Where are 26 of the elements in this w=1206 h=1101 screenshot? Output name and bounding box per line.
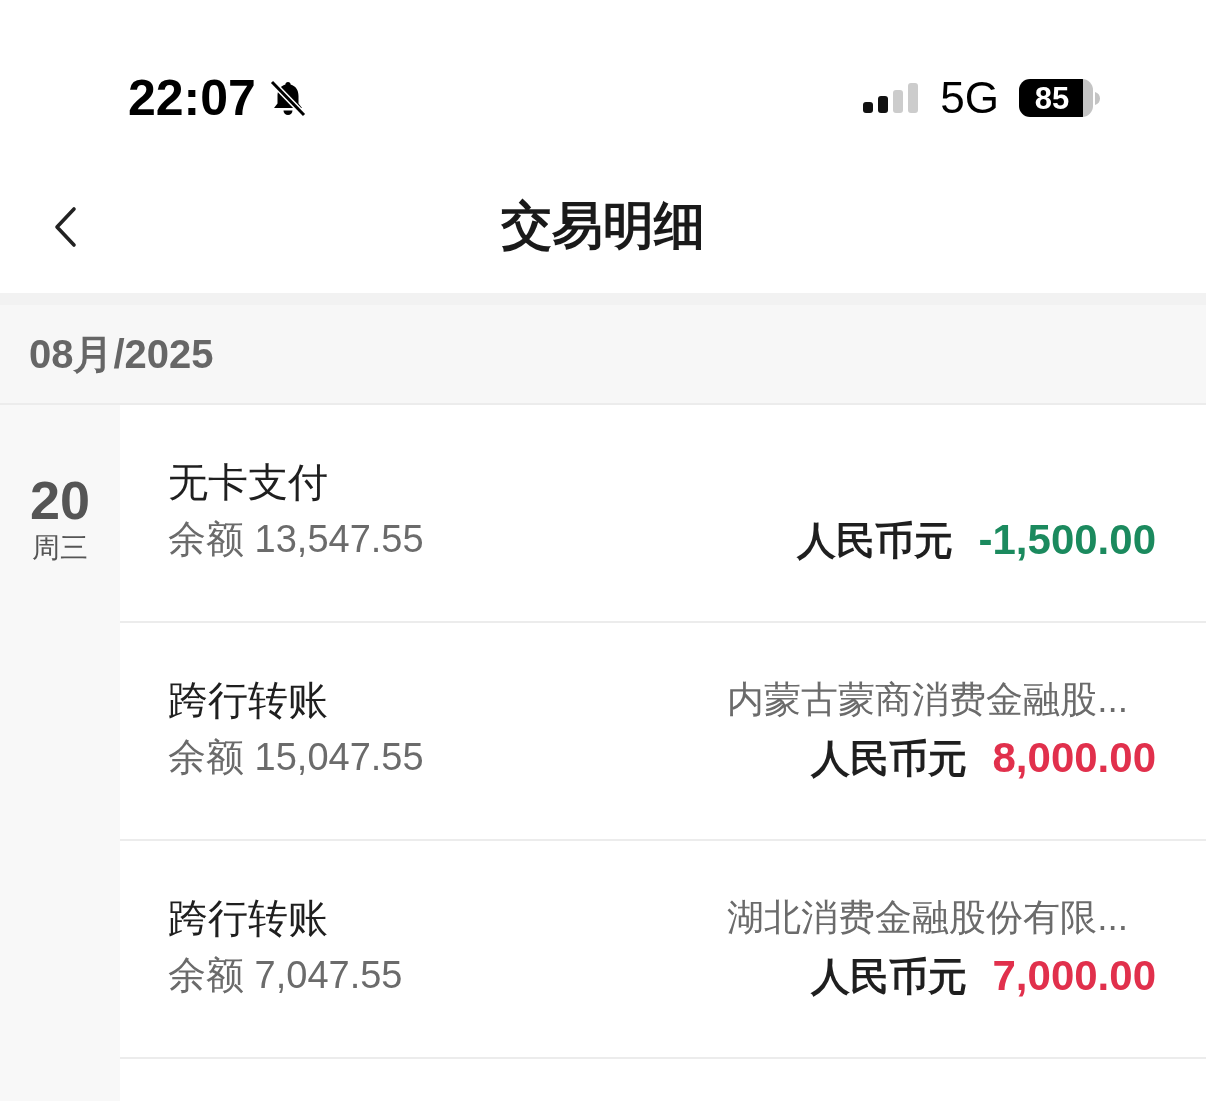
transaction-type: 跨行转账 (168, 895, 329, 942)
currency-label: 人民币元 (810, 953, 967, 1000)
battery-indicator: 85 (1019, 79, 1100, 117)
amount-value: -1,500.00 (978, 514, 1156, 565)
network-type: 5G (940, 76, 999, 120)
balance-text: 余额 15,047.55 (168, 735, 424, 781)
day-number: 20 (29, 473, 91, 528)
currency-label: 人民币元 (810, 735, 967, 782)
transaction-row[interactable]: 跨行转账 余额 7,047.55 湖北消费金融股份有限... 人民币元 7,000.00 (120, 841, 1206, 1059)
balance-text: 余额 13,547.55 (168, 517, 424, 563)
counterparty-name: 内蒙古蒙商消费金融股... (727, 677, 1128, 722)
transaction-type: 跨行转账 (168, 677, 329, 724)
amount-value: 8,000.00 (992, 732, 1156, 783)
transaction-row[interactable]: 跨行转账 余额 15,047.55 内蒙古蒙商消费金融股... 人民币元 8,000.00 (120, 623, 1206, 841)
amount-value: 7,000.00 (992, 950, 1156, 1001)
weekday-label: 周三 (32, 531, 88, 565)
currency-label: 人民币元 (796, 517, 953, 564)
counterparty-name: 湖北消费金融股份有限... (727, 895, 1128, 940)
chevron-left-icon (52, 205, 78, 248)
transaction-type: 无卡支付 (168, 459, 329, 506)
transaction-row[interactable]: 无卡支付 余额 13,547.55 人民币元 -1,500.00 (120, 405, 1206, 623)
signal-icon (863, 83, 921, 113)
page-title: 交易明细 (501, 198, 705, 255)
balance-text: 余额 7,047.55 (168, 953, 403, 999)
month-label: 08月/2025 (29, 334, 214, 374)
status-time: 22:07 (128, 73, 256, 123)
